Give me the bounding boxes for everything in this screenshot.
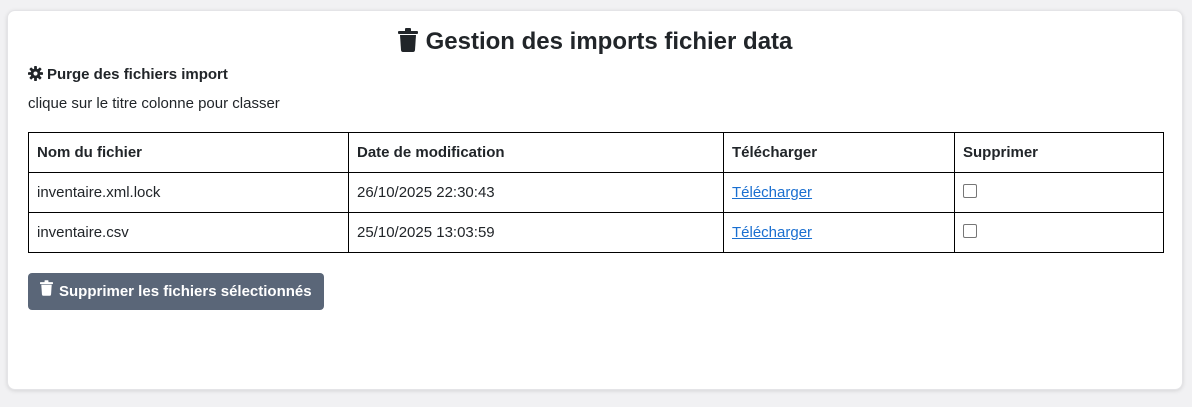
delete-checkbox[interactable] [963, 224, 977, 238]
column-header-name[interactable]: Nom du fichier [28, 132, 349, 173]
file-date-cell: 26/10/2025 22:30:43 [348, 172, 724, 213]
delete-selected-button[interactable]: Supprimer les fichiers sélectionnés [28, 273, 324, 310]
files-table: Nom du fichier Date de modification Télé… [28, 132, 1164, 253]
file-name-cell: inventaire.csv [28, 212, 349, 253]
table-row: inventaire.csv 25/10/2025 13:03:59 Téléc… [28, 212, 1164, 253]
page-title-text: Gestion des imports fichier data [425, 28, 793, 55]
column-header-delete[interactable]: Supprimer [954, 132, 1164, 173]
trash-icon [40, 273, 53, 310]
delete-selected-label: Supprimer les fichiers sélectionnés [59, 283, 312, 300]
delete-cell [954, 172, 1164, 213]
download-link[interactable]: Télécharger [732, 184, 812, 201]
file-name-cell: inventaire.xml.lock [28, 172, 349, 213]
table-row: inventaire.xml.lock 26/10/2025 22:30:43 … [28, 172, 1164, 213]
column-header-date[interactable]: Date de modification [348, 132, 724, 173]
section-title: Purge des fichiers import [28, 66, 228, 86]
table-header-row: Nom du fichier Date de modification Télé… [28, 132, 1164, 173]
sort-hint: clique sur le titre colonne pour classer [28, 95, 280, 112]
delete-cell [954, 212, 1164, 253]
column-header-download[interactable]: Télécharger [723, 132, 955, 173]
download-link[interactable]: Télécharger [732, 224, 812, 241]
delete-checkbox[interactable] [963, 184, 977, 198]
import-management-card: Gestion des imports fichier data Purge d… [7, 10, 1183, 390]
gear-icon [28, 66, 43, 86]
download-cell: Télécharger [723, 212, 955, 253]
file-date-cell: 25/10/2025 13:03:59 [348, 212, 724, 253]
section-title-text: Purge des fichiers import [47, 66, 228, 83]
download-cell: Télécharger [723, 172, 955, 213]
trash-icon [397, 28, 418, 60]
page-title: Gestion des imports fichier data [8, 27, 1182, 60]
